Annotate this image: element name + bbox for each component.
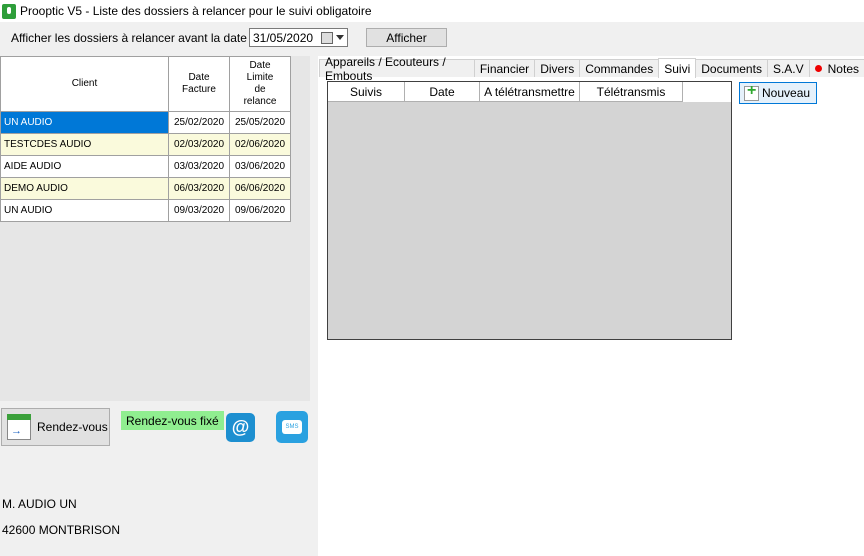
- email-button[interactable]: @: [226, 413, 255, 442]
- tab-appareils[interactable]: Appareils / Ecouteurs / Embouts: [319, 55, 475, 83]
- at-sign-icon: @: [231, 417, 250, 437]
- tab-suivi[interactable]: Suivi: [658, 58, 697, 78]
- date-facture-cell[interactable]: 06/03/2020: [168, 177, 230, 200]
- date-limite-cell[interactable]: 06/06/2020: [229, 177, 291, 200]
- tab-documents[interactable]: Documents: [695, 59, 768, 77]
- tab-commandes[interactable]: Commandes: [579, 59, 660, 77]
- notes-alert-dot-icon: [814, 65, 822, 72]
- sms-button[interactable]: SMS: [276, 411, 308, 443]
- column-header-a-teletransmettre[interactable]: A télétransmettre: [480, 82, 580, 102]
- client-cell[interactable]: TESTCDES AUDIO: [0, 133, 169, 156]
- date-facture-cell[interactable]: 02/03/2020: [168, 133, 230, 156]
- sms-icon: SMS: [282, 420, 302, 434]
- table-row[interactable]: AIDE AUDIO 03/03/2020 03/06/2020: [0, 155, 291, 178]
- client-cell[interactable]: DEMO AUDIO: [0, 177, 169, 200]
- date-limite-cell[interactable]: 02/06/2020: [229, 133, 291, 156]
- column-header-date-limite[interactable]: Date Limite de relance: [229, 56, 291, 112]
- client-city: 42600 MONTBRISON: [2, 523, 121, 537]
- date-limite-cell[interactable]: 09/06/2020: [229, 199, 291, 222]
- date-facture-cell[interactable]: 03/03/2020: [168, 155, 230, 178]
- date-facture-cell[interactable]: 09/03/2020: [168, 199, 230, 222]
- table-row[interactable]: UN AUDIO 09/03/2020 09/06/2020: [0, 199, 291, 222]
- suivi-table-header: Suivis Date A télétransmettre Télétransm…: [328, 82, 731, 102]
- table-row[interactable]: DEMO AUDIO 06/03/2020 06/06/2020: [0, 177, 291, 200]
- column-header-teletransmis[interactable]: Télétransmis: [580, 82, 683, 102]
- client-name: M. AUDIO UN: [2, 497, 77, 511]
- filter-date-label: Afficher les dossiers à relancer avant l…: [11, 31, 271, 45]
- details-tabs: Appareils / Ecouteurs / Embouts Financie…: [319, 55, 864, 83]
- tab-notes-label: Notes: [827, 61, 859, 76]
- calendar-appointment-icon: →: [7, 414, 31, 440]
- date-limite-cell[interactable]: 03/06/2020: [229, 155, 291, 178]
- tab-sav[interactable]: S.A.V: [766, 59, 810, 77]
- date-facture-cell[interactable]: 25/02/2020: [168, 111, 230, 134]
- rendez-vous-label: Rendez-vous: [37, 420, 108, 434]
- dossiers-table: Client Date Facture Date Limite de relan…: [0, 56, 291, 222]
- chevron-down-icon[interactable]: [336, 35, 344, 40]
- afficher-button[interactable]: Afficher: [366, 28, 447, 47]
- table-row[interactable]: TESTCDES AUDIO 02/03/2020 02/06/2020: [0, 133, 291, 156]
- left-panel-divider[interactable]: [310, 56, 318, 401]
- column-header-date[interactable]: Date: [405, 82, 480, 102]
- suivi-table[interactable]: Suivis Date A télétransmettre Télétransm…: [327, 81, 732, 340]
- filter-date-picker[interactable]: 31/05/2020: [249, 28, 348, 47]
- calendar-icon[interactable]: [321, 32, 333, 44]
- app-logo-icon: [2, 3, 16, 19]
- client-cell[interactable]: UN AUDIO: [0, 111, 169, 134]
- title-bar: Prooptic V5 - Liste des dossiers à relan…: [0, 0, 864, 22]
- nouveau-label: Nouveau: [762, 86, 811, 100]
- rendez-vous-fixe-badge: Rendez-vous fixé: [121, 411, 224, 430]
- tab-divers[interactable]: Divers: [534, 59, 581, 77]
- column-header-suivis[interactable]: Suivis: [328, 82, 405, 102]
- add-document-icon: [744, 82, 759, 101]
- table-row[interactable]: UN AUDIO 25/02/2020 25/05/2020: [0, 111, 291, 134]
- column-header-date-facture[interactable]: Date Facture: [168, 56, 230, 112]
- window-title: Prooptic V5 - Liste des dossiers à relan…: [20, 4, 372, 18]
- tab-notes[interactable]: Notes: [808, 59, 864, 77]
- nouveau-button[interactable]: Nouveau: [739, 82, 817, 104]
- column-header-client[interactable]: Client: [0, 56, 169, 112]
- client-cell[interactable]: UN AUDIO: [0, 199, 169, 222]
- rendez-vous-button[interactable]: → Rendez-vous: [1, 408, 110, 446]
- date-limite-cell[interactable]: 25/05/2020: [229, 111, 291, 134]
- tab-financier[interactable]: Financier: [473, 59, 536, 77]
- filter-date-value: 31/05/2020: [253, 30, 314, 45]
- client-cell[interactable]: AIDE AUDIO: [0, 155, 169, 178]
